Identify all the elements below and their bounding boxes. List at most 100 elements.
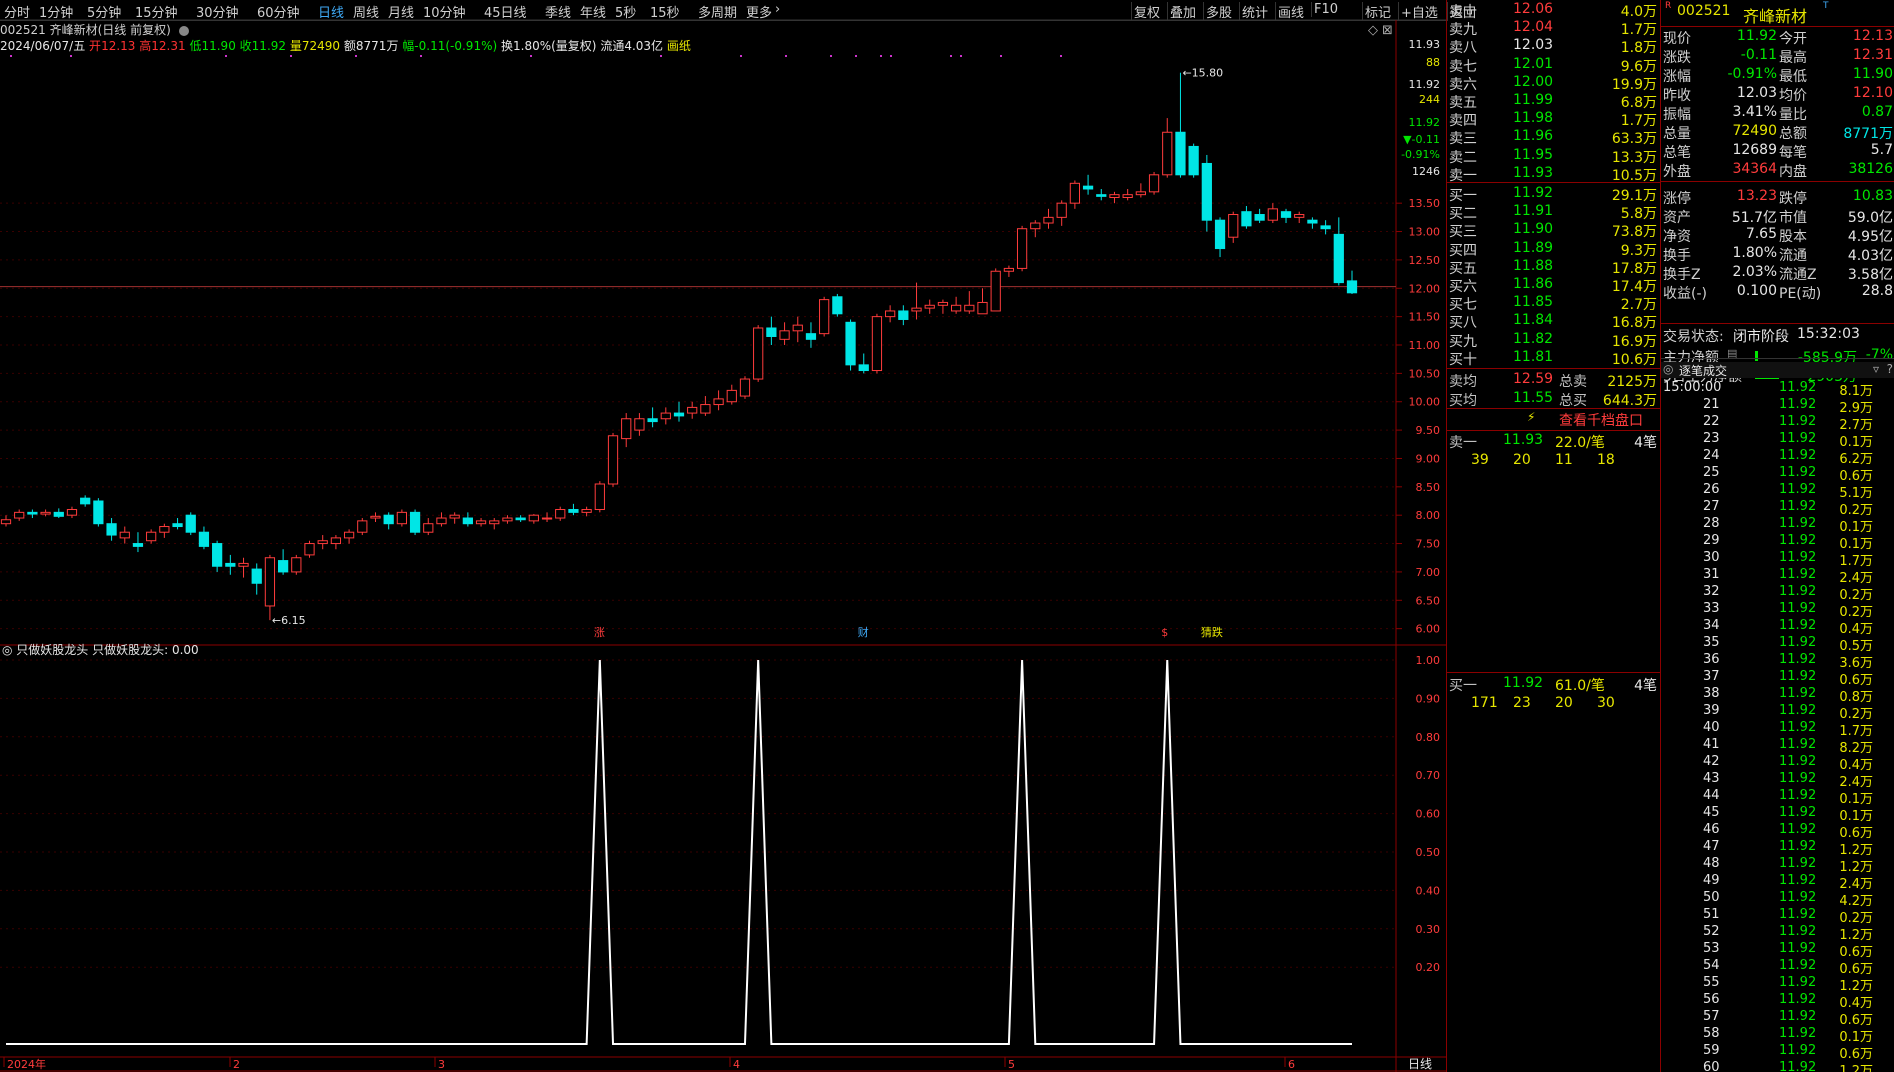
ask-row-9[interactable]: 卖九 12.04 1.7万 <box>1447 19 1661 38</box>
thousand-orderbook-link[interactable]: ⚡ 查看千档盘口 <box>1447 410 1661 429</box>
filter-icon[interactable]: ▿ <box>1873 362 1879 376</box>
candle-body <box>1135 191 1146 196</box>
ob-label: 卖六 <box>1449 76 1477 93</box>
divider <box>1447 672 1661 673</box>
event-marker[interactable]: $ <box>1161 626 1168 639</box>
bid-row-10[interactable]: 买十 11.81 10.6万 <box>1447 349 1661 368</box>
candle-body <box>502 517 513 522</box>
candle-body <box>726 389 737 403</box>
tick-row: 39 11.92 0.2万 <box>1661 703 1894 722</box>
ask-row-4[interactable]: 卖四 11.98 1.7万 <box>1447 110 1661 129</box>
bid-row-3[interactable]: 买三 11.90 73.8万 <box>1447 221 1661 240</box>
help-icon[interactable]: ? <box>1887 362 1893 376</box>
bid-row-4[interactable]: 买四 11.89 9.3万 <box>1447 240 1661 259</box>
x-axis-label: 2024年 <box>7 1057 46 1071</box>
candle-body <box>264 557 276 607</box>
candle-body <box>568 509 579 513</box>
ticks-icon[interactable]: ◎ <box>1663 362 1673 376</box>
ask-row-7[interactable]: 卖七 12.01 9.6万 <box>1447 56 1661 75</box>
tick-volume: 1.2万 <box>1839 1064 1873 1072</box>
ask-row-6[interactable]: 卖六 12.00 19.9万 <box>1447 74 1661 93</box>
kline-chart[interactable]: 13.50 13.00 12.50 12.00 11.50 11.00 10.50 10.00… <box>0 0 1446 1072</box>
tick-time: 15:00:00 <box>1663 380 1722 395</box>
tick-time: 32 <box>1703 584 1720 599</box>
candle-body <box>146 531 157 542</box>
quote-key: 振幅 <box>1663 107 1691 123</box>
quote-value: 0.87 <box>1861 104 1893 120</box>
period-tag[interactable]: 日线 <box>1408 1057 1432 1071</box>
ask-row-8[interactable]: 卖八 12.03 1.8万 <box>1447 37 1661 56</box>
tick-time: 26 <box>1703 482 1720 497</box>
detail-per: 22.0/笔 <box>1555 435 1605 451</box>
tick-time: 38 <box>1703 686 1720 701</box>
tick-row: 33 11.92 0.2万 <box>1661 601 1894 620</box>
quote-value: 34364 <box>1732 161 1777 177</box>
tick-row: 54 11.92 0.6万 <box>1661 958 1894 977</box>
tick-time: 45 <box>1703 805 1720 820</box>
candle-body <box>607 435 619 485</box>
ask-row-5[interactable]: 卖五 11.99 6.8万 <box>1447 92 1661 111</box>
tick-row: 40 11.92 1.7万 <box>1661 720 1894 739</box>
diamond-icon[interactable]: ◇ <box>1368 23 1378 38</box>
avg-buy-row: 买均 11.55 总买 644.3万 <box>1447 390 1661 409</box>
ticks-title: 逐笔成交 <box>1679 364 1728 378</box>
bid-row-6[interactable]: 买六 11.86 17.4万 <box>1447 276 1661 295</box>
bid-row-5[interactable]: 买五 11.88 17.8万 <box>1447 258 1661 277</box>
ask-row-2[interactable]: 卖二 11.95 13.3万 <box>1447 147 1661 166</box>
signal-dot <box>785 55 787 57</box>
candle-body <box>1254 214 1265 221</box>
sell1-detail-orders: 39 20 11 18 <box>1447 452 1661 471</box>
close-icon[interactable]: ⊠ <box>1382 23 1393 38</box>
status-label: 交易状态: <box>1663 329 1724 345</box>
candle-body <box>27 511 38 515</box>
ask-row-1[interactable]: 卖一 11.93 10.5万 <box>1447 165 1661 184</box>
ob-volume: 73.8万 <box>1611 224 1657 241</box>
quote-key: 涨跌 <box>1663 50 1691 66</box>
bid-row-7[interactable]: 买七 11.85 2.7万 <box>1447 294 1661 313</box>
ob-volume: 29.1万 <box>1611 188 1657 204</box>
candle-body <box>555 509 566 519</box>
bid-row-9[interactable]: 买九 11.82 16.9万 <box>1447 331 1661 350</box>
tick-price: 11.92 <box>1779 618 1817 633</box>
ask-row-10[interactable]: 卖十 12.06 4.0万 <box>1447 1 1661 20</box>
bid-row-1[interactable]: 买一 11.92 29.1万 <box>1447 185 1661 204</box>
divider <box>1447 408 1661 409</box>
candle-body <box>1030 222 1041 230</box>
tick-time: 29 <box>1703 533 1720 548</box>
candle-body <box>898 310 909 320</box>
candle-body <box>225 562 236 567</box>
candle-body <box>819 299 830 335</box>
quote-key: 股本 <box>1779 229 1807 245</box>
candle-body <box>541 517 553 520</box>
candle-body <box>343 531 355 539</box>
bid-row-2[interactable]: 买二 11.91 5.8万 <box>1447 203 1661 222</box>
ob-volume: 13.3万 <box>1611 149 1657 166</box>
tick-time: 21 <box>1703 397 1720 412</box>
ind-tick-label: 0.60 <box>1416 808 1441 821</box>
candle-body <box>1043 216 1054 224</box>
total-value: 644.3万 <box>1602 393 1657 409</box>
tick-time: 22 <box>1703 414 1720 429</box>
candle-body <box>119 531 130 539</box>
event-marker[interactable]: 财 <box>858 625 869 639</box>
candle-body <box>871 316 883 372</box>
candle-body <box>357 520 368 533</box>
tick-price: 11.92 <box>1779 788 1817 803</box>
ob-price: 11.85 <box>1513 294 1554 311</box>
tick-row: 22 11.92 2.7万 <box>1661 414 1894 433</box>
tick-price: 11.92 <box>1779 1009 1817 1024</box>
event-marker[interactable]: 猜跌 <box>1201 625 1223 639</box>
quote-key: 流通Z <box>1779 267 1817 283</box>
quote-key: PE(动) <box>1779 286 1822 302</box>
quote-key: 内盘 <box>1779 164 1807 180</box>
signal-dot <box>960 55 962 57</box>
bid-row-8[interactable]: 买八 11.84 16.8万 <box>1447 312 1661 331</box>
signal-dot <box>355 55 357 57</box>
candle-body <box>805 333 817 340</box>
candle-body <box>1148 174 1160 193</box>
event-marker[interactable]: 涨 <box>594 626 605 639</box>
candle-body <box>185 514 196 533</box>
ask-row-3[interactable]: 卖三 11.96 63.3万 <box>1447 128 1661 147</box>
quote-key: 市值 <box>1779 210 1807 226</box>
order-size: 18 <box>1597 452 1615 468</box>
